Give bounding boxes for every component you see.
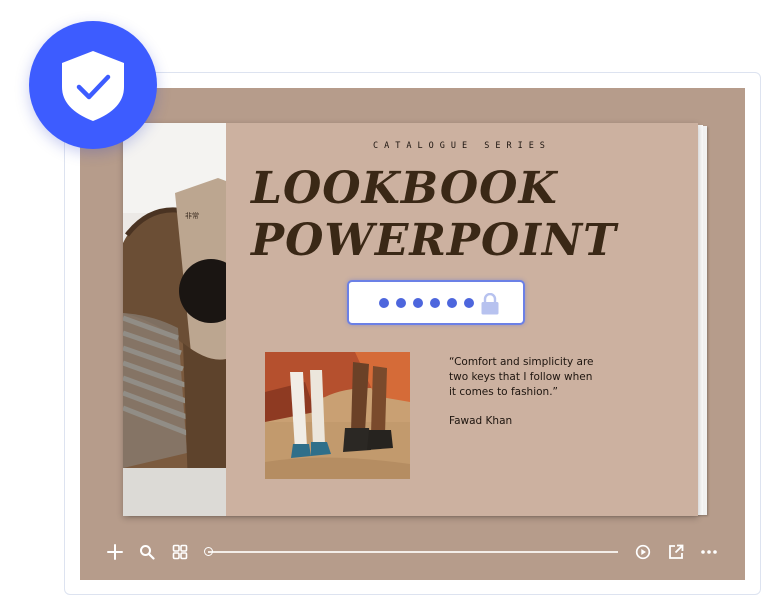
- password-dot: [379, 298, 389, 308]
- lock-icon: [481, 293, 499, 315]
- slide-title-line2: POWERPOINT: [251, 215, 617, 266]
- search-icon[interactable]: [137, 542, 157, 562]
- plus-icon[interactable]: [105, 542, 125, 562]
- share-icon[interactable]: [666, 542, 686, 562]
- more-icon[interactable]: [699, 542, 719, 562]
- basket-photo: 非常: [123, 123, 226, 516]
- page-progress-knob[interactable]: [204, 547, 213, 556]
- svg-text:非常: 非常: [185, 211, 199, 220]
- password-dot: [464, 298, 474, 308]
- slide-title-line1: LOOKBOOK: [251, 163, 558, 214]
- password-dot: [430, 298, 440, 308]
- security-badge: [29, 21, 157, 149]
- grid-icon[interactable]: [170, 542, 190, 562]
- slide-title: LOOKBOOK POWERPOINT: [251, 163, 617, 267]
- password-dot: [413, 298, 423, 308]
- quote-author: Fawad Khan: [449, 415, 513, 427]
- quote-text: “Comfort and simplicity are two keys tha…: [449, 356, 594, 398]
- play-icon[interactable]: [633, 542, 653, 562]
- basket-photo-art: 非常: [123, 123, 226, 516]
- page-progress-slider[interactable]: [208, 551, 618, 553]
- password-mask: [379, 298, 474, 308]
- password-dot: [447, 298, 457, 308]
- password-dot: [396, 298, 406, 308]
- sandals-photo-art: [265, 352, 410, 479]
- shield-check-icon: [62, 51, 124, 121]
- sandals-photo: [265, 352, 410, 479]
- password-field[interactable]: [347, 280, 525, 325]
- viewer-toolbar: [80, 536, 745, 568]
- series-label: CATALOGUE SERIES: [373, 141, 551, 151]
